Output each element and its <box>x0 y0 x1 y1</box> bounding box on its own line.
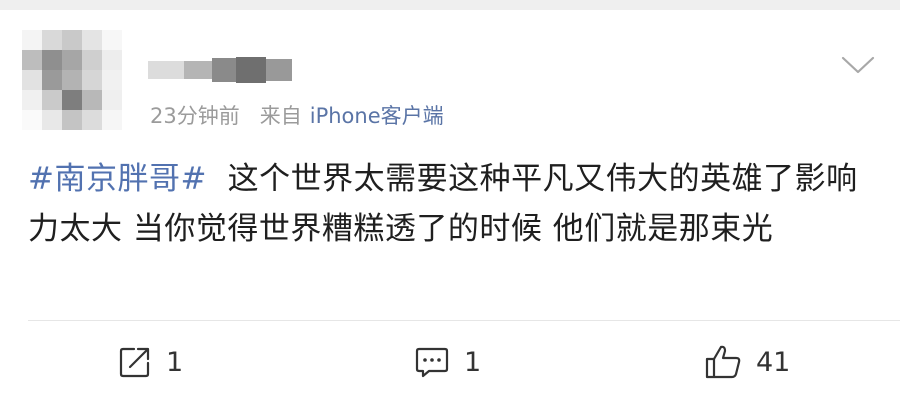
post-time: 23分钟前 <box>150 104 240 128</box>
topic-link[interactable]: #南京胖哥# <box>28 161 207 197</box>
source-link[interactable]: iPhone客户端 <box>310 100 444 130</box>
source-label: 来自 <box>259 104 302 128</box>
actions-divider <box>28 320 900 321</box>
comment-count: 1 <box>464 346 482 378</box>
avatar[interactable] <box>22 30 122 130</box>
repost-icon <box>119 347 150 378</box>
post-meta: 23分钟前 来自 iPhone客户端 <box>150 100 444 130</box>
chevron-down-icon[interactable] <box>838 50 878 80</box>
action-bar: 1 1 41 <box>0 334 900 390</box>
top-separator-strip <box>0 0 900 10</box>
author-name-obscured[interactable] <box>148 52 298 88</box>
repost-count: 1 <box>166 346 184 378</box>
comment-button[interactable]: 1 <box>414 334 481 390</box>
repost-button[interactable]: 1 <box>118 334 183 390</box>
like-button[interactable]: 41 <box>704 334 790 390</box>
post-content: #南京胖哥# 这个世界太需要这种平凡又伟大的英雄了影响力太大 当你觉得世界糟糕透… <box>28 154 878 254</box>
comment-icon <box>415 347 449 378</box>
like-count: 41 <box>756 346 791 378</box>
thumbs-up-icon <box>705 345 741 379</box>
